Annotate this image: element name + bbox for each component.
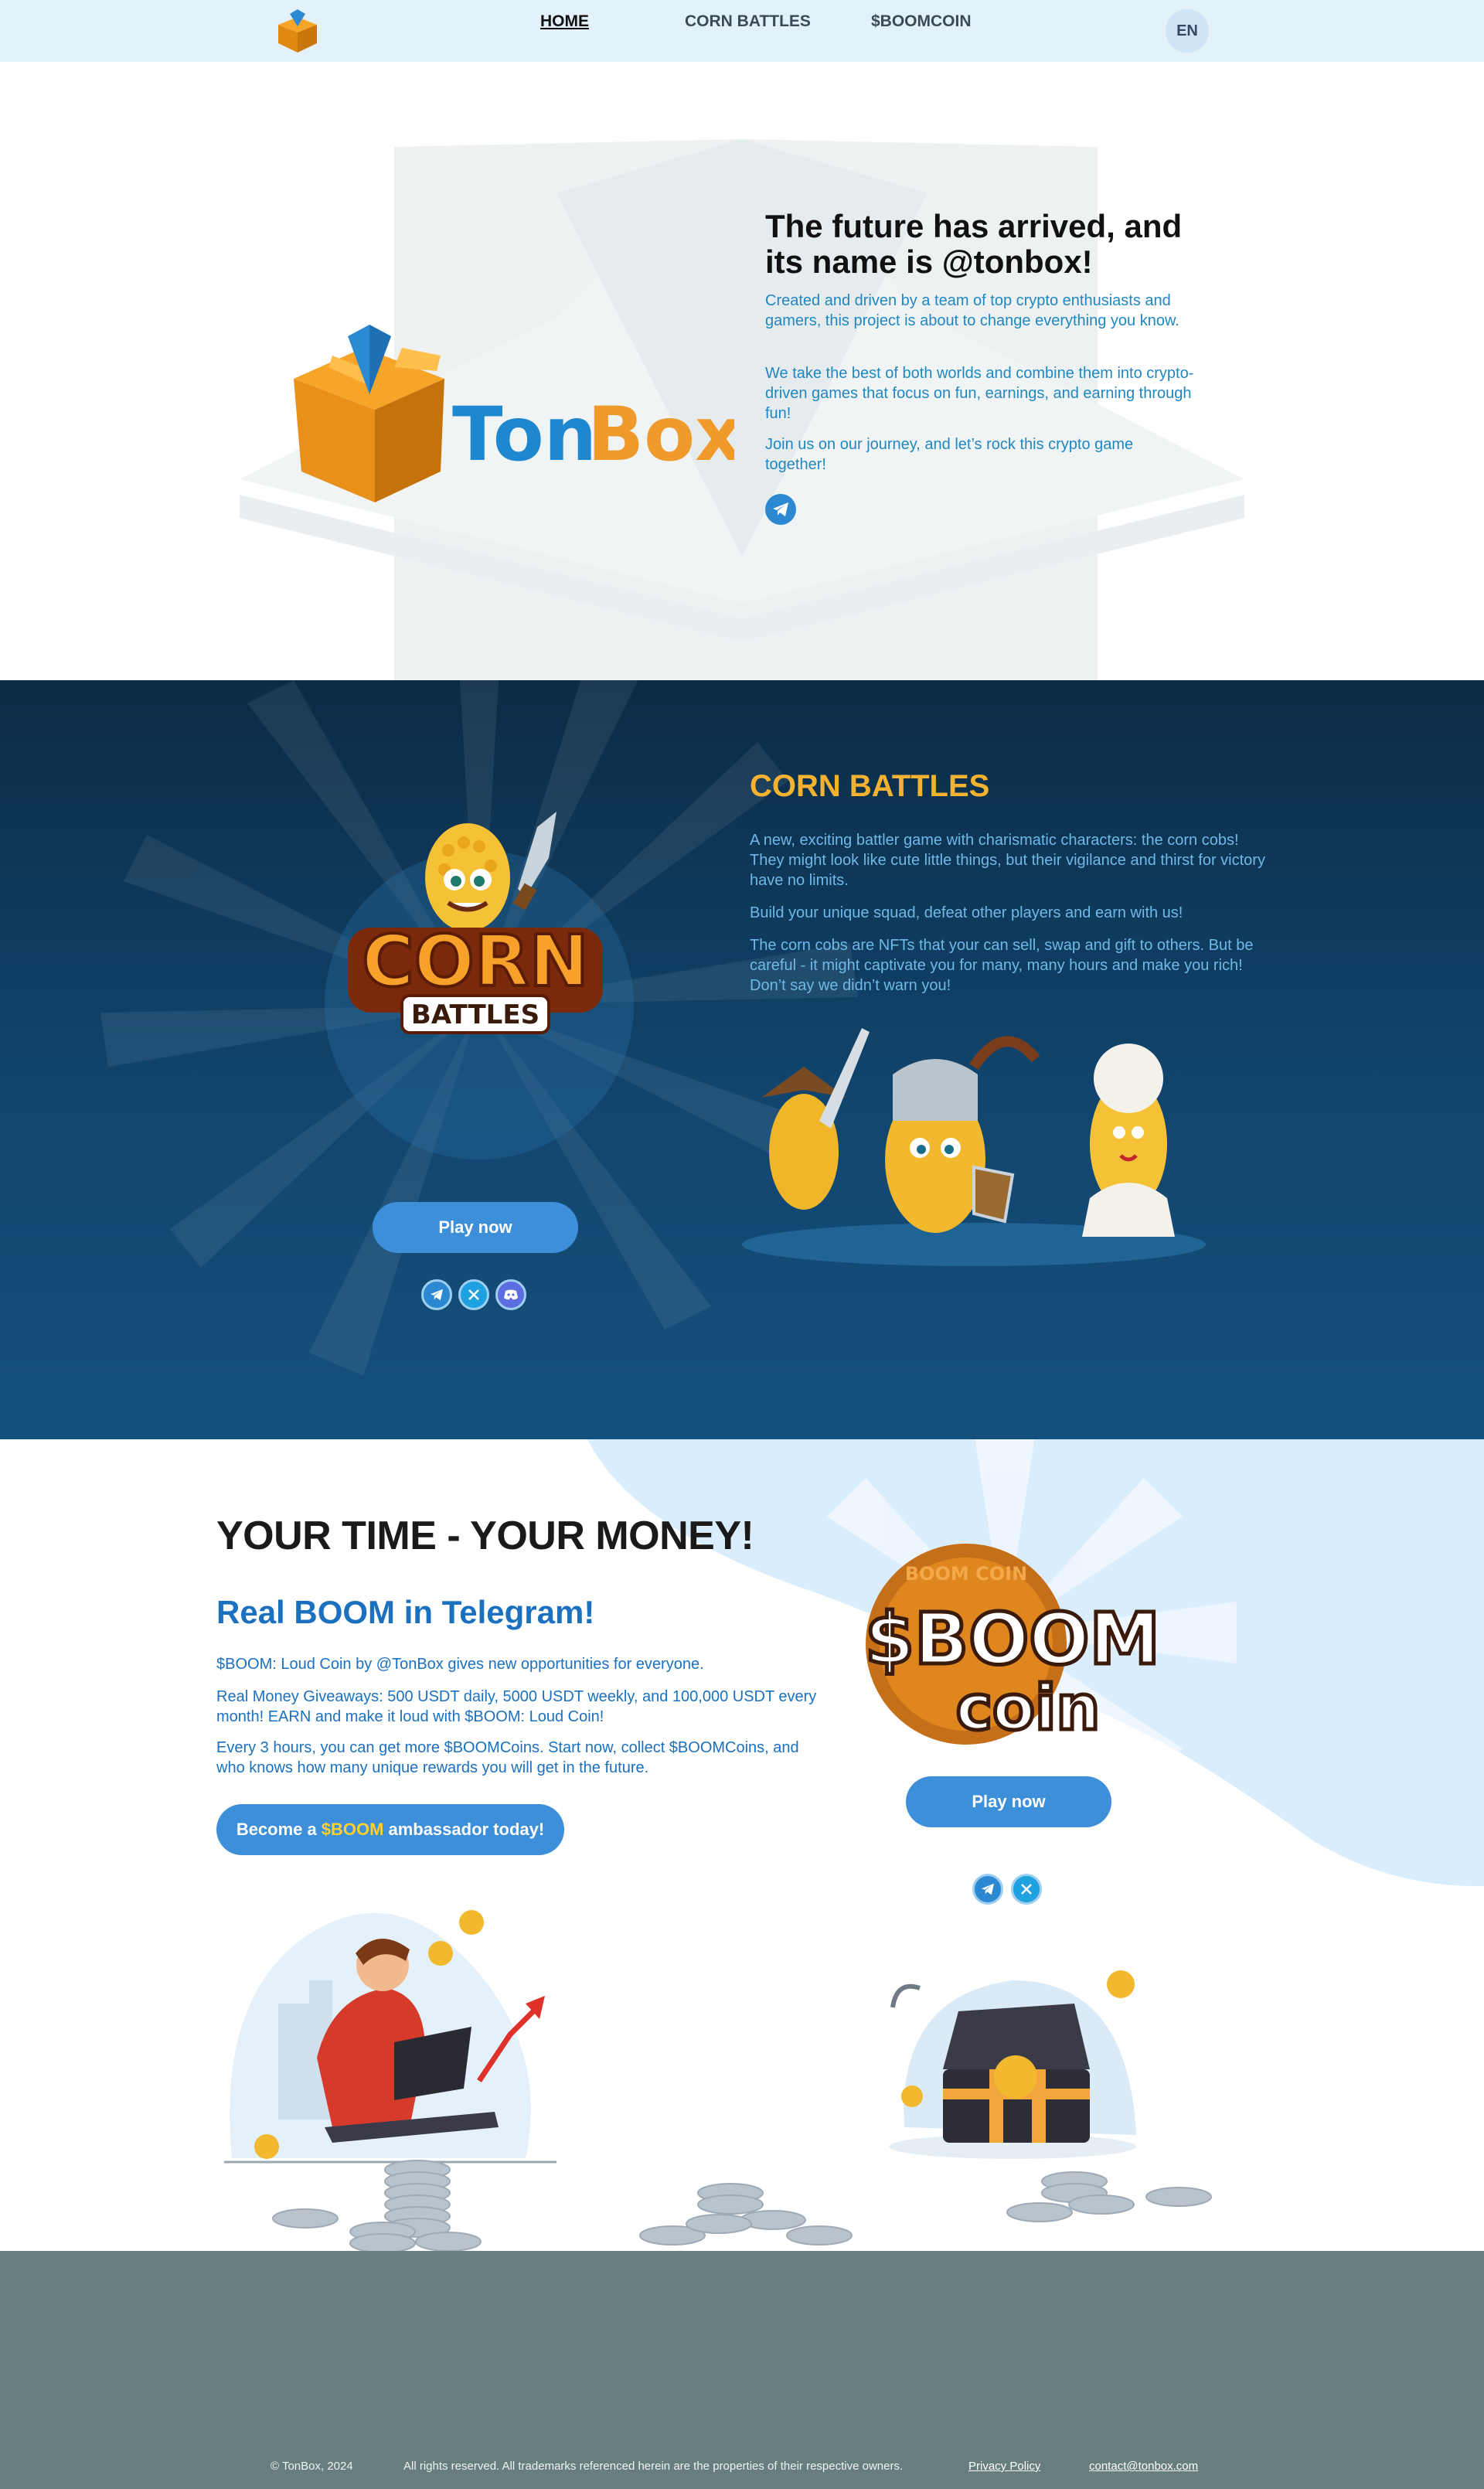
corn-play-now-button[interactable]: Play now	[373, 1202, 578, 1253]
footer-copyright: © TonBox, 2024	[271, 2460, 353, 2473]
x-icon	[468, 1289, 479, 1300]
corn-paragraph-1: A new, exciting battler game with charis…	[750, 832, 1265, 889]
corn-discord-link[interactable]	[495, 1279, 526, 1310]
hero-paragraph-3: Join us on our journey, and let’s rock t…	[765, 436, 1134, 473]
tonbox-logo-ton: Ton	[452, 391, 597, 478]
discord-icon	[504, 1289, 518, 1300]
telegram-icon	[982, 1883, 994, 1895]
hero-section: Ton Box The future has arrived, and its …	[0, 62, 1484, 680]
become-ambassador-button[interactable]: Become a $BOOM ambassador today!	[216, 1804, 564, 1855]
telegram-icon	[773, 502, 788, 516]
corn-battles-section: CORN BATTLES Play now CORN BATTLES A new…	[0, 680, 1484, 1439]
corn-x-link[interactable]	[458, 1279, 489, 1310]
coin-ring-text: BOOM COIN	[905, 1563, 1027, 1585]
nav-corn-battles-link[interactable]: CORN BATTLES	[685, 12, 811, 31]
corn-battles-logo: CORN BATTLES	[348, 812, 603, 1034]
footer-privacy-link[interactable]: Privacy Policy	[968, 2460, 1040, 2473]
page-footer: © TonBox, 2024 All rights reserved. All …	[0, 2251, 1484, 2489]
corn-telegram-link[interactable]	[421, 1279, 452, 1310]
boom-subheading: Real BOOM in Telegram!	[216, 1594, 595, 1630]
boom-play-now-button[interactable]: Play now	[906, 1776, 1111, 1827]
boom-x-link[interactable]	[1011, 1874, 1042, 1905]
boom-paragraph-1: $BOOM: Loud Coin by @TonBox gives new op…	[216, 1656, 704, 1673]
footer-contact-link[interactable]: contact@tonbox.com	[1089, 2460, 1198, 2473]
hero-paragraph-2: We take the best of both worlds and comb…	[765, 365, 1194, 422]
boom-paragraph-3: Every 3 hours, you can get more $BOOMCoi…	[216, 1739, 799, 1776]
treasure-chest-illustration	[889, 1970, 1136, 2159]
ambassador-label-highlight: $BOOM	[321, 1820, 384, 1839]
hero-title: The future has arrived, and its name is …	[765, 208, 1183, 280]
person-laptop-illustration	[224, 1910, 556, 2164]
corn-characters-illustration	[742, 1028, 1206, 1266]
nav-home-link[interactable]: HOME	[540, 12, 589, 31]
hero-paragraph-1: Created and driven by a team of top cryp…	[765, 292, 1179, 329]
tonbox-logo-box: Box	[587, 391, 734, 478]
nav-boomcoin-link[interactable]: $BOOMCOIN	[871, 12, 972, 31]
battles-logo-word: BATTLES	[411, 999, 539, 1030]
corn-logo-word: CORN	[362, 920, 589, 1003]
tonbox-logo-icon[interactable]	[271, 8, 325, 54]
boom-telegram-link[interactable]	[972, 1874, 1003, 1905]
boom-paragraph-2: Real Money Giveaways: 500 USDT daily, 50…	[216, 1688, 817, 1725]
coin-word-boom: $BOOM	[865, 1598, 1160, 1680]
corn-battles-title: CORN BATTLES	[750, 769, 990, 803]
ambassador-label-post: ambassador today!	[388, 1820, 545, 1839]
coin-word-coin: coin	[956, 1672, 1101, 1744]
boom-coin-logo: BOOM COIN $BOOM coin	[863, 1544, 1162, 1746]
language-switcher[interactable]: EN	[1166, 9, 1209, 53]
ambassador-label-pre: Become a	[236, 1820, 317, 1839]
x-icon	[1021, 1884, 1032, 1895]
hero-telegram-button[interactable]	[765, 494, 796, 525]
telegram-icon	[431, 1289, 443, 1301]
boomcoin-section: YOUR TIME - YOUR MONEY! Real BOOM in Tel…	[0, 1439, 1484, 2251]
corn-paragraph-3: The corn cobs are NFTs that your can sel…	[750, 937, 1254, 994]
corn-paragraph-2: Build your unique squad, defeat other pl…	[750, 904, 1183, 921]
footer-rights: All rights reserved. All trademarks refe…	[403, 2460, 904, 2473]
boom-heading: YOUR TIME - YOUR MONEY!	[216, 1513, 754, 1558]
top-navbar: HOME CORN BATTLES $BOOMCOIN EN	[0, 0, 1484, 62]
tonbox-logo: Ton Box	[294, 325, 734, 502]
hero-box-background	[240, 139, 1244, 680]
coin-stacks-illustration	[272, 2160, 1212, 2251]
